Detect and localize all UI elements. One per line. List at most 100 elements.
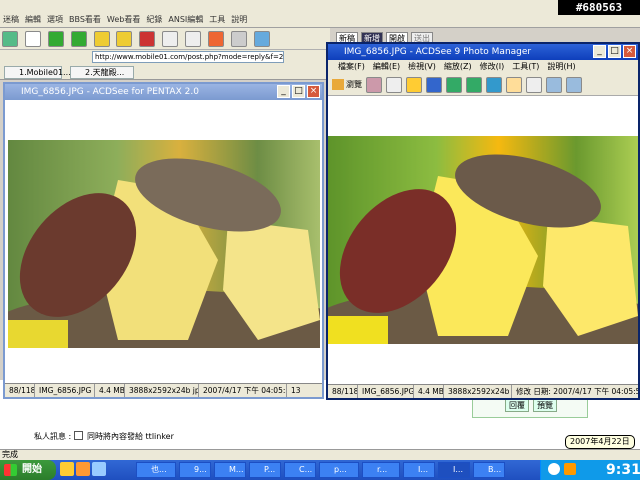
favorites-icon[interactable] xyxy=(139,31,156,47)
close-icon[interactable]: × xyxy=(307,85,320,98)
taskbar-item[interactable]: M... xyxy=(214,462,246,478)
send-copy-checkbox[interactable] xyxy=(74,431,83,440)
status-index: 88/118 xyxy=(5,384,35,397)
status-date: 2007/4/17 下午 04:05:58 xyxy=(199,384,287,397)
stop-icon[interactable] xyxy=(93,31,110,47)
hand-icon[interactable] xyxy=(506,76,522,93)
taskbar-item[interactable]: P... xyxy=(249,462,281,478)
tab-second[interactable]: 2.天龍殿... xyxy=(70,66,134,79)
window-icon[interactable] xyxy=(253,31,270,47)
open-icon[interactable] xyxy=(406,76,422,93)
status-bar: 88/118 IMG_6856.JPG 4.4 MB 3888x2592x24b… xyxy=(5,383,322,397)
photo-content xyxy=(8,158,320,348)
menu-item[interactable]: 迷稿 xyxy=(3,14,19,27)
status-dimensions: 3888x2592x24b jpeg xyxy=(444,385,512,398)
title-bar: IMG_6856.JPG - ACDSee for PENTAX 2.0 _ □… xyxy=(5,84,322,100)
taskbar-item[interactable]: r... xyxy=(362,462,400,478)
zoom-icon[interactable] xyxy=(526,76,542,93)
fullscreen-icon[interactable] xyxy=(566,76,582,93)
settings-icon[interactable] xyxy=(230,31,247,47)
reply-button[interactable]: 回覆 xyxy=(505,399,529,412)
taskbar-item[interactable]: 9... xyxy=(179,462,211,478)
taskbar-item[interactable]: p... xyxy=(319,462,359,478)
post-counter: #680563 xyxy=(558,0,640,15)
browser-icon[interactable] xyxy=(76,462,90,476)
status-dimensions: 3888x2592x24b jpeg xyxy=(125,384,199,397)
menu-item-zoom[interactable]: 縮放(Z) xyxy=(444,60,472,74)
tray-icon[interactable] xyxy=(548,463,560,475)
window-controls: _ □ × xyxy=(593,45,636,58)
taskbar-item[interactable]: B... xyxy=(473,462,505,478)
status-filename: IMG_6856.JPG xyxy=(35,384,95,397)
image-viewport xyxy=(328,96,638,384)
menu-item[interactable]: Web看看 xyxy=(107,14,140,27)
prev-icon[interactable] xyxy=(386,76,402,93)
acdsee-toolbar: 瀏覽 xyxy=(328,74,638,96)
title-bar: IMG_6856.JPG - ACDSee 9 Photo Manager _ … xyxy=(328,44,638,60)
save-icon[interactable] xyxy=(426,76,442,93)
menu-item-file[interactable]: 檔案(F) xyxy=(338,60,365,74)
quick-launch xyxy=(60,462,106,476)
menu-item-tools[interactable]: 工具(T) xyxy=(512,60,539,74)
rotate-left-icon[interactable] xyxy=(446,76,462,93)
menu-item[interactable]: ANSI編輯 xyxy=(168,14,203,27)
status-filename: IMG_6856.JPG xyxy=(358,385,414,398)
paste-icon[interactable] xyxy=(185,31,201,47)
menu-item[interactable]: 工具 xyxy=(209,14,225,27)
copy-icon[interactable] xyxy=(162,31,179,47)
new-page-icon[interactable] xyxy=(24,31,41,47)
image-viewport xyxy=(5,100,322,383)
date-tooltip: 2007年4月22日 xyxy=(565,435,635,449)
menu-item-view[interactable]: 檢視(V) xyxy=(408,60,436,74)
status-bar: 88/118 IMG_6856.JPG 4.4 MB 3888x2592x24b… xyxy=(328,384,638,398)
taskbar-item-active[interactable]: I... xyxy=(438,462,470,478)
menu-item-help[interactable]: 說明(H) xyxy=(547,60,575,74)
private-message-label: 私人訊息 : xyxy=(34,432,72,441)
checkbox-label: 同時將內容發給 ttlinker xyxy=(87,432,174,441)
maximize-icon[interactable]: □ xyxy=(292,85,305,98)
menu-item[interactable]: 說明 xyxy=(231,14,247,27)
reply-buttons: 回覆 預覽 xyxy=(505,399,557,412)
menu-item-modify[interactable]: 修改(I) xyxy=(480,60,505,74)
browse-button[interactable]: 瀏覽 xyxy=(332,79,362,90)
taskbar-item[interactable]: 也... xyxy=(136,462,176,478)
menu-item[interactable]: 編輯 xyxy=(25,14,41,27)
edit-icon[interactable] xyxy=(366,76,382,93)
acdsee-menu-bar: 檔案(F) 編輯(E) 檢視(V) 縮放(Z) 修改(I) 工具(T) 說明(H… xyxy=(328,60,638,74)
tray-icon[interactable] xyxy=(564,463,576,475)
refresh-icon[interactable] xyxy=(116,31,133,47)
tools-icon[interactable] xyxy=(207,31,224,47)
butterfly-photo xyxy=(8,140,320,348)
tab-mobile01[interactable]: 1.Mobile01... xyxy=(4,66,71,79)
flip-icon[interactable] xyxy=(486,76,502,93)
window-controls: _ □ × xyxy=(277,85,320,98)
taskbar-item[interactable]: C... xyxy=(284,462,316,478)
back-icon[interactable] xyxy=(47,31,64,47)
browser-status-bar: 完成 xyxy=(0,449,640,460)
home-icon[interactable] xyxy=(2,31,18,47)
forward-icon[interactable] xyxy=(70,31,87,47)
acdsee-pentax-window: IMG_6856.JPG - ACDSee for PENTAX 2.0 _ □… xyxy=(3,82,324,399)
menu-item[interactable]: 紀錄 xyxy=(146,14,162,27)
clock: 9:31 xyxy=(606,462,640,478)
rotate-right-icon[interactable] xyxy=(466,76,482,93)
taskbar-item[interactable]: I... xyxy=(403,462,435,478)
folder-icon[interactable] xyxy=(60,462,74,476)
maximize-icon[interactable]: □ xyxy=(608,45,621,58)
fit-icon[interactable] xyxy=(546,76,562,93)
status-size: 4.4 MB xyxy=(414,385,444,398)
photo-content xyxy=(328,154,638,344)
window-title: IMG_6856.JPG - ACDSee for PENTAX 2.0 xyxy=(21,87,199,97)
menu-item[interactable]: 選項 xyxy=(47,14,63,27)
status-modified-date: 修改 日期: 2007/4/17 下午 04:05:58 xyxy=(516,387,638,396)
menu-item-edit[interactable]: 編輯(E) xyxy=(373,60,400,74)
menu-item[interactable]: BBS看看 xyxy=(69,14,101,27)
minimize-icon[interactable]: _ xyxy=(277,85,290,98)
preview-button[interactable]: 預覽 xyxy=(533,399,557,412)
address-input[interactable]: http://www.mobile01.com/post.php?mode=re… xyxy=(92,51,284,63)
status-size: 4.4 MB xyxy=(95,384,125,397)
status-extra: 13 xyxy=(291,386,301,395)
close-icon[interactable]: × xyxy=(623,45,636,58)
app-icon[interactable] xyxy=(92,462,106,476)
minimize-icon[interactable]: _ xyxy=(593,45,606,58)
